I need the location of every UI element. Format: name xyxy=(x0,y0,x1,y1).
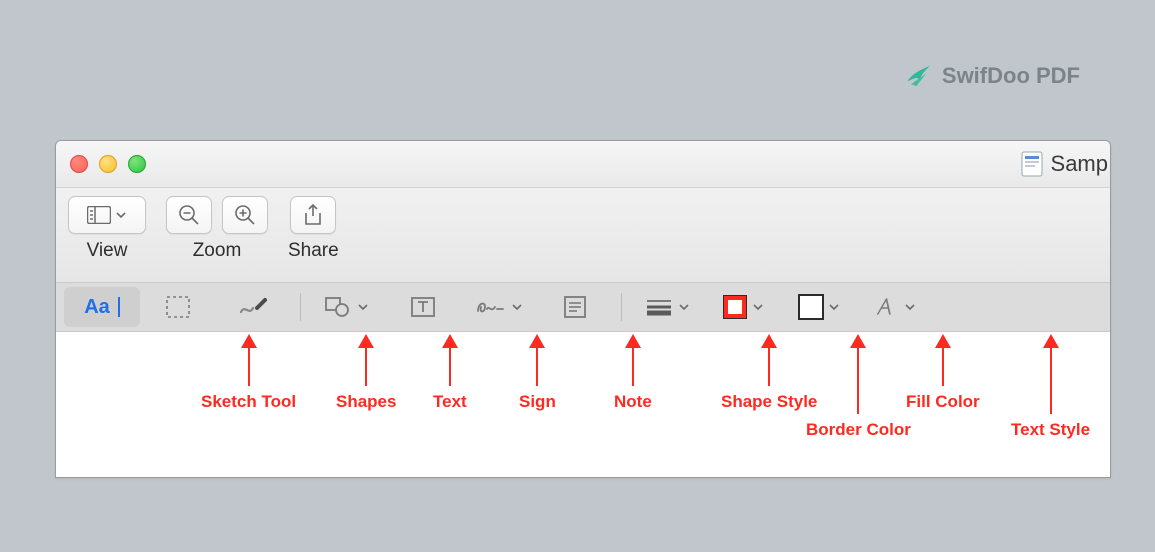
signature-icon xyxy=(475,297,505,317)
separator xyxy=(300,293,301,321)
annotation-sign: Sign xyxy=(519,336,556,412)
view-group-label: View xyxy=(87,240,128,262)
swifdoo-watermark-label: SwifDoo PDF xyxy=(942,63,1080,89)
shape-style-tool[interactable] xyxy=(630,287,706,327)
traffic-lights xyxy=(70,155,146,173)
document-area: Sketch Tool Shapes Text Sign Note Shape … xyxy=(56,332,1110,478)
view-button[interactable] xyxy=(68,196,146,234)
rect-select-tool[interactable] xyxy=(140,287,216,327)
text-select-tool[interactable]: Aa xyxy=(64,287,140,327)
annotation-fill-color: Fill Color xyxy=(906,336,980,412)
sign-tool[interactable] xyxy=(461,287,537,327)
border-color-tool[interactable] xyxy=(706,287,782,327)
share-group-label: Share xyxy=(288,240,339,262)
chevron-down-icon xyxy=(357,301,369,313)
fill-color-tool[interactable] xyxy=(782,287,858,327)
selection-rect-icon xyxy=(166,296,190,318)
annotation-label: Text xyxy=(433,392,467,412)
separator xyxy=(621,293,622,321)
zoom-group-label: Zoom xyxy=(193,240,242,262)
annotation-label: Fill Color xyxy=(906,392,980,412)
fill-color-swatch xyxy=(800,296,822,318)
zoom-out-icon xyxy=(178,204,200,226)
zoom-window-button[interactable] xyxy=(128,155,146,173)
zoom-group: Zoom xyxy=(166,196,268,262)
sketch-tool[interactable] xyxy=(216,287,292,327)
app-window: Samp View xyxy=(55,140,1111,478)
text-tool[interactable] xyxy=(385,287,461,327)
share-icon xyxy=(303,204,323,226)
annotation-shapes: Shapes xyxy=(336,336,396,412)
sketch-icon xyxy=(239,296,269,318)
document-title-label: Samp xyxy=(1051,151,1108,177)
annotation-text-style: Text Style xyxy=(1011,336,1090,440)
annotation-label: Border Color xyxy=(806,420,911,440)
chevron-down-icon xyxy=(904,301,916,313)
minimize-window-button[interactable] xyxy=(99,155,117,173)
annotation-label: Note xyxy=(614,392,652,412)
annotation-text: Text xyxy=(433,336,467,412)
annotation-label: Sign xyxy=(519,392,556,412)
share-group: Share xyxy=(288,196,339,262)
annotation-sketch: Sketch Tool xyxy=(201,336,296,412)
document-icon xyxy=(1021,151,1043,177)
text-style-tool[interactable] xyxy=(858,287,934,327)
annotation-label: Sketch Tool xyxy=(201,392,296,412)
annotation-label: Text Style xyxy=(1011,420,1090,440)
annotation-shape-style: Shape Style xyxy=(721,336,817,412)
text-select-glyph: Aa xyxy=(84,296,110,319)
zoom-in-icon xyxy=(234,204,256,226)
shapes-tool[interactable] xyxy=(309,287,385,327)
swifdoo-watermark: SwifDoo PDF xyxy=(904,62,1080,90)
chevron-down-icon xyxy=(752,301,764,313)
annotation-label: Shape Style xyxy=(721,392,817,412)
zoom-out-button[interactable] xyxy=(166,196,212,234)
shapes-icon xyxy=(325,296,351,318)
annotation-border-color: Border Color xyxy=(806,336,911,440)
note-icon xyxy=(564,296,586,318)
sidebar-icon xyxy=(87,206,111,224)
main-toolbar: View xyxy=(56,188,1110,283)
chevron-down-icon xyxy=(678,301,690,313)
text-box-icon xyxy=(411,297,435,317)
share-button[interactable] xyxy=(290,196,336,234)
chevron-down-icon xyxy=(511,301,523,313)
line-weight-icon xyxy=(646,298,672,316)
view-group: View xyxy=(68,196,146,262)
border-color-swatch xyxy=(724,296,746,318)
font-style-icon xyxy=(876,296,898,318)
annotation-label: Shapes xyxy=(336,392,396,412)
close-window-button[interactable] xyxy=(70,155,88,173)
zoom-in-button[interactable] xyxy=(222,196,268,234)
chevron-down-icon xyxy=(828,301,840,313)
note-tool[interactable] xyxy=(537,287,613,327)
annotation-note: Note xyxy=(614,336,652,412)
chevron-down-icon xyxy=(115,209,127,221)
swifdoo-logo-icon xyxy=(904,62,932,90)
titlebar: Samp xyxy=(56,141,1110,188)
markup-toolbar: Aa xyxy=(56,283,1110,332)
document-title: Samp xyxy=(1021,141,1110,187)
